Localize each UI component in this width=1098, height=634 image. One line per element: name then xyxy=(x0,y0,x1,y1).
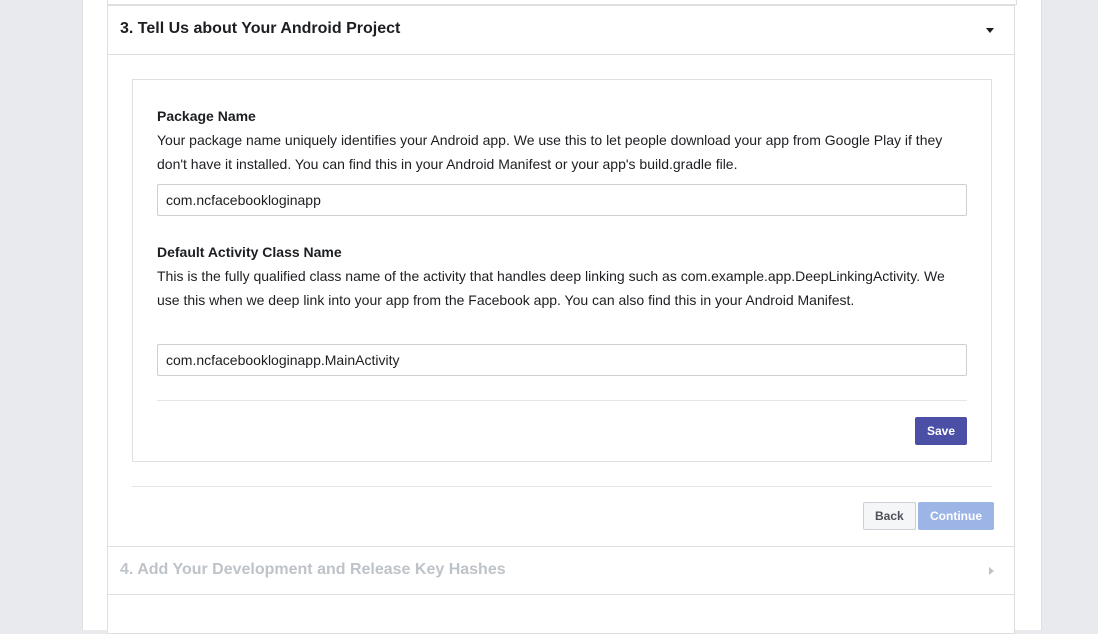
back-button[interactable]: Back xyxy=(863,502,916,530)
package-name-input[interactable] xyxy=(157,184,967,216)
project-settings-card: Package Name Your package name uniquely … xyxy=(132,79,992,462)
activity-class-input[interactable] xyxy=(157,344,967,376)
section-key-hashes[interactable]: 4. Add Your Development and Release Key … xyxy=(107,546,1015,595)
section-divider xyxy=(132,486,992,487)
page-container: 3. Tell Us about Your Android Project Pa… xyxy=(82,0,1042,634)
caret-down-icon[interactable] xyxy=(986,28,994,33)
activity-class-label: Default Activity Class Name xyxy=(157,244,342,260)
card-divider xyxy=(157,400,967,401)
section-header[interactable]: 3. Tell Us about Your Android Project xyxy=(108,6,1014,55)
caret-right-icon[interactable] xyxy=(989,567,994,575)
package-name-description: Your package name uniquely identifies yo… xyxy=(157,132,943,172)
section-title: 4. Add Your Development and Release Key … xyxy=(120,561,506,578)
section-android-project: 3. Tell Us about Your Android Project Pa… xyxy=(107,5,1015,547)
section-title: 3. Tell Us about Your Android Project xyxy=(120,20,401,37)
continue-button[interactable]: Continue xyxy=(918,502,994,530)
package-name-label: Package Name xyxy=(157,108,256,124)
activity-class-description: This is the fully qualified class name o… xyxy=(157,268,945,308)
next-section xyxy=(107,594,1015,634)
save-button[interactable]: Save xyxy=(914,417,967,445)
